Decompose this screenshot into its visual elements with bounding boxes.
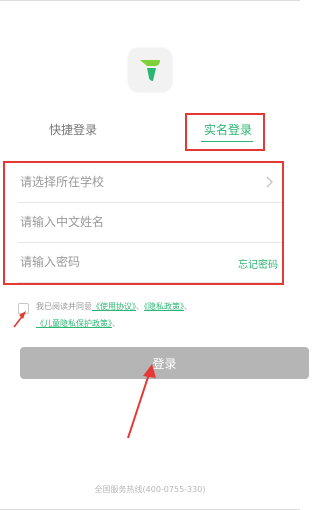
service-hotline: 全国服务热线(400-0755-330) bbox=[94, 485, 206, 494]
annotation-arrow-login bbox=[127, 364, 156, 439]
annotation-arrow-checkbox bbox=[13, 311, 26, 328]
annotation-arrows bbox=[13, 311, 156, 439]
